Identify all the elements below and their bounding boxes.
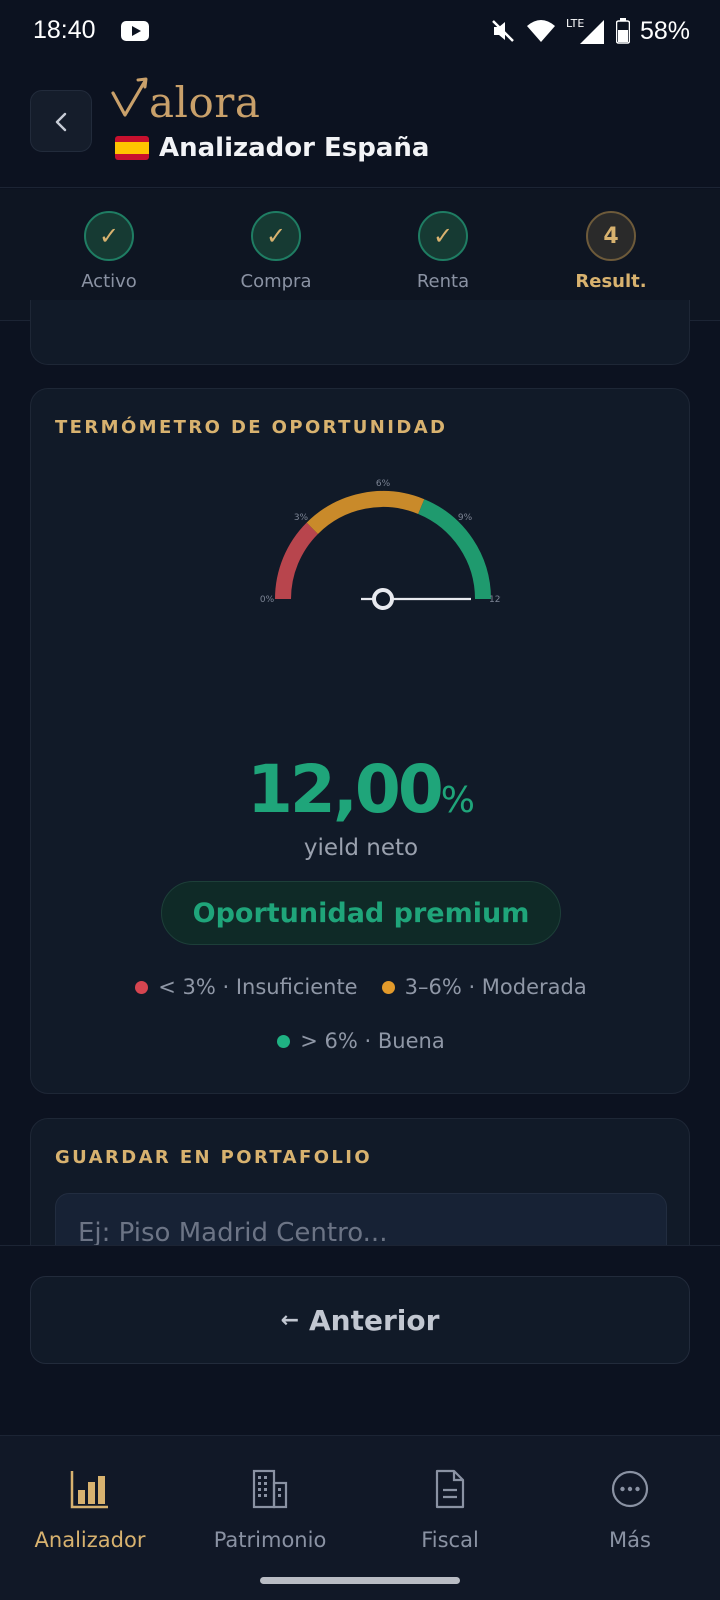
- opportunity-thermometer-card: TERMÓMETRO DE OPORTUNIDAD 0% 3% 6% 9% 12% 12…: [30, 388, 690, 1094]
- step-check-icon: ✓: [418, 211, 468, 261]
- legend-item-buena: > 6% · Buena: [277, 1029, 445, 1053]
- action-bar: ← Anterior: [0, 1245, 720, 1435]
- step-check-icon: ✓: [251, 211, 301, 261]
- chevron-left-icon: [55, 112, 67, 132]
- previous-card: [30, 300, 690, 365]
- bar-chart-icon: [5, 1466, 175, 1512]
- arrow-left-icon: ←: [280, 1307, 299, 1333]
- page-title-text: Analizador España: [159, 133, 430, 163]
- home-indicator[interactable]: [260, 1577, 460, 1584]
- yield-unit: %: [440, 780, 475, 821]
- step-label: Compra: [240, 271, 312, 292]
- gauge-tick-label: 6%: [376, 479, 391, 489]
- page-title: Analizador España: [115, 133, 429, 163]
- youtube-notification-icon: [121, 21, 149, 41]
- step-renta[interactable]: ✓ Renta: [373, 211, 513, 292]
- nav-label: Más: [609, 1528, 651, 1552]
- legend-dot-icon: [277, 1034, 291, 1048]
- step-number: 4: [586, 211, 636, 261]
- building-icon: [185, 1466, 355, 1512]
- legend-dot-icon: [135, 980, 149, 994]
- logo-v-arrow-icon: [111, 77, 149, 119]
- step-activo[interactable]: ✓ Activo: [39, 211, 179, 292]
- gauge-tick-label: 12%: [489, 595, 501, 605]
- nav-label: Fiscal: [421, 1528, 479, 1552]
- nav-label: Analizador: [34, 1528, 146, 1552]
- verdict-badge: Oportunidad premium: [161, 881, 561, 945]
- step-label: Renta: [416, 271, 470, 292]
- card-title: GUARDAR EN PORTAFOLIO: [55, 1147, 373, 1168]
- spain-flag-icon: [115, 136, 149, 160]
- mute-icon: [492, 20, 514, 42]
- gauge-zone-2: [418, 499, 491, 600]
- gauge-hub-center: [380, 596, 386, 602]
- nav-item-patrimonio[interactable]: Patrimonio: [185, 1466, 355, 1552]
- more-icon: [545, 1466, 715, 1512]
- legend-row: < 3% · Insuficiente 3–6% · Moderada: [31, 975, 691, 999]
- nav-label: Patrimonio: [213, 1528, 327, 1552]
- gauge-tick-label: 3%: [294, 513, 309, 523]
- step-check-icon: ✓: [84, 211, 134, 261]
- battery-percent: 58%: [639, 16, 690, 45]
- yield-label: yield neto: [303, 835, 419, 861]
- valora-logo: alora: [111, 77, 429, 127]
- battery-icon: [615, 18, 630, 44]
- cell-signal-icon: LTE: [566, 17, 604, 44]
- nav-item-mas[interactable]: Más: [545, 1466, 715, 1552]
- step-label: Result.: [575, 271, 647, 292]
- legend-item-insuficiente: < 3% · Insuficiente: [135, 975, 358, 999]
- status-icons: LTE 58%: [490, 14, 690, 48]
- legend-dot-icon: [381, 980, 395, 994]
- brand-name: alora: [149, 78, 261, 127]
- status-bar: 18:40 LTE 58%: [0, 0, 720, 64]
- app-header: alora Analizador España: [0, 64, 720, 188]
- gauge-zone-0: [275, 522, 319, 600]
- step-result[interactable]: 4 Result.: [541, 211, 681, 292]
- legend-row: > 6% · Buena: [31, 1029, 691, 1053]
- nav-item-fiscal[interactable]: Fiscal: [365, 1466, 535, 1552]
- gauge-zone-1: [306, 491, 425, 535]
- legend-text: > 6% · Buena: [300, 1029, 445, 1053]
- bottom-nav: Analizador Patrimonio Fiscal Más: [0, 1435, 720, 1600]
- legend-text: < 3% · Insuficiente: [158, 975, 358, 999]
- yield-gauge: 0% 3% 6% 9% 12%: [260, 479, 501, 610]
- document-icon: [365, 1466, 535, 1512]
- previous-button[interactable]: ← Anterior: [30, 1276, 690, 1364]
- step-compra[interactable]: ✓ Compra: [206, 211, 346, 292]
- legend-text: 3–6% · Moderada: [404, 975, 587, 999]
- status-time: 18:40: [33, 16, 96, 44]
- card-title: TERMÓMETRO DE OPORTUNIDAD: [55, 417, 448, 438]
- previous-button-label: Anterior: [309, 1303, 440, 1337]
- gauge-tick-label: 9%: [458, 513, 473, 523]
- network-label: LTE: [566, 17, 584, 30]
- back-button[interactable]: [30, 90, 92, 152]
- brand: alora Analizador España: [111, 77, 429, 163]
- step-label: Activo: [81, 271, 137, 292]
- wifi-icon: [526, 20, 555, 42]
- gauge-tick-label: 0%: [260, 595, 275, 605]
- yield-value: 12,00%: [31, 751, 691, 828]
- yield-number: 12,00: [247, 751, 444, 828]
- nav-item-analizador[interactable]: Analizador: [5, 1466, 175, 1552]
- legend-item-moderada: 3–6% · Moderada: [381, 975, 587, 999]
